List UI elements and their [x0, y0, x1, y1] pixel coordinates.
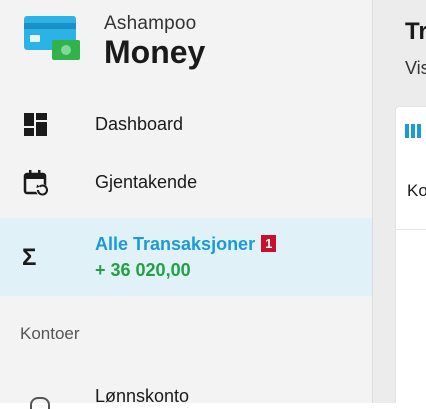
account-icon — [30, 397, 50, 409]
sigma-icon: Σ — [22, 244, 37, 271]
sidebar-item-text: Alle Transaksjoner — [95, 234, 256, 254]
panel-divider — [396, 229, 426, 230]
page-subtitle: Vis — [405, 58, 426, 78]
sidebar-item-account[interactable]: Lønnskonto — [95, 386, 189, 407]
page-title: Tr — [405, 18, 426, 45]
dashboard-grid-icon — [22, 111, 50, 139]
accounts-section-header: Kontoer — [20, 324, 80, 343]
sidebar-item-recurring[interactable]: Gjentakende — [0, 158, 372, 208]
app-subtitle: Ashampoo — [104, 13, 197, 34]
transactions-total-amount: + 36 020,00 — [95, 260, 191, 280]
sidebar-item-dashboard[interactable]: Dashboard — [0, 100, 372, 150]
sidebar-item-label: Dashboard — [95, 114, 184, 134]
sidebar-item-label: Alle Transaksjoner 1 — [95, 234, 277, 255]
table-column-header[interactable]: Ko — [407, 181, 426, 201]
sidebar-item-label: Gjentakende — [95, 172, 198, 192]
columns-view-icon[interactable] — [405, 124, 423, 138]
app-title: Money — [104, 34, 206, 70]
notification-badge: 1 — [261, 235, 277, 252]
transactions-panel — [395, 106, 426, 403]
sidebar-item-all-transactions[interactable]: Σ Alle Transaksjoner 1 + 36 020,00 — [0, 218, 372, 296]
calendar-recurring-icon — [22, 169, 50, 197]
app-logo-icon — [24, 14, 80, 64]
sidebar: Ashampoo Money Dashboard Gjentakende Σ A… — [0, 0, 372, 409]
main-content: Tr Vis Ko — [373, 0, 426, 403]
